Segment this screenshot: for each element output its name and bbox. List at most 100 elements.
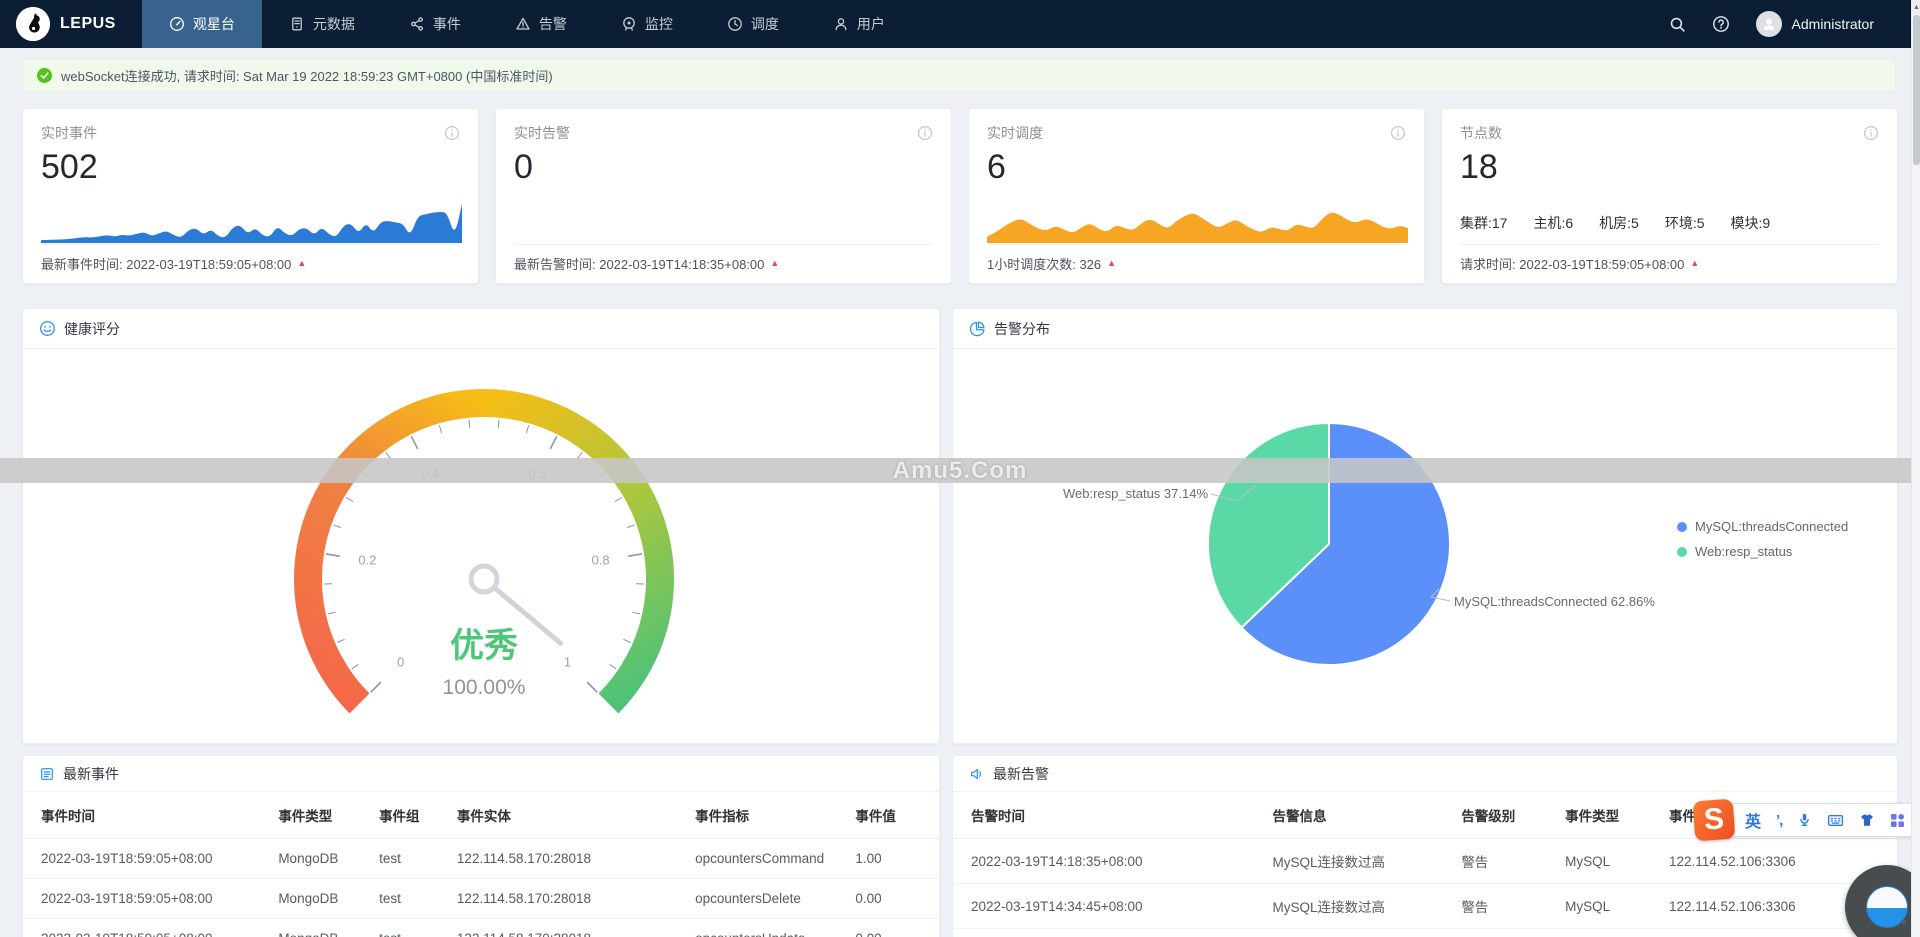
- stat-card-title: 实时事件: [41, 125, 97, 141]
- table-cell: test: [371, 918, 449, 937]
- ime-logo-icon[interactable]: S: [1692, 798, 1736, 842]
- node-stat-主机: 主机:6: [1533, 215, 1574, 231]
- table-cell: 警告: [1453, 883, 1558, 929]
- clock-icon: [727, 16, 743, 32]
- column-header: 事件时间: [23, 792, 271, 839]
- nav-item-用户[interactable]: 用户: [806, 0, 912, 48]
- table-row: 2022-03-19T18:59:05+08:00MongoDBtest122.…: [23, 838, 939, 879]
- stat-card-node-count: 节点数 18 集群:17 主机:6 机房:5 环境:5 模块:9 请求时间: 2022-03-…: [1441, 108, 1898, 284]
- column-header: 告警时间: [953, 792, 1265, 839]
- table-cell: test: [371, 838, 449, 879]
- svg-text:Web:resp_status 37.14%: Web:resp_status 37.14%: [1063, 486, 1208, 501]
- table-row: 2022-03-19T18:59:05+08:00MongoDBtest122.…: [23, 878, 939, 919]
- svg-text:0.8: 0.8: [592, 553, 610, 568]
- nav-item-label: 告警: [538, 16, 567, 32]
- stat-card-title: 实时调度: [987, 125, 1043, 141]
- table-cell: MySQL: [1557, 838, 1661, 884]
- alarm-distribution-header: 告警分布: [953, 309, 1897, 349]
- table-cell: MySQL连接数过高: [1264, 838, 1454, 884]
- smiley-icon: [39, 320, 56, 337]
- column-header: 事件类型: [270, 792, 372, 839]
- stat-footer-text: 最新事件时间: 2022-03-19T18:59:05+08:00: [41, 257, 292, 272]
- help-icon[interactable]: [1712, 15, 1730, 33]
- stat-card-value: 6: [987, 148, 1006, 186]
- info-icon[interactable]: [1390, 125, 1406, 141]
- ime-keyboard-button[interactable]: [1827, 813, 1844, 828]
- legend-dot-icon: [1677, 521, 1687, 532]
- node-stats: 集群:17 主机:6 机房:5 环境:5 模块:9: [1460, 213, 1770, 233]
- caret-up-icon: ▲: [297, 258, 307, 268]
- ime-skin-button[interactable]: [1859, 813, 1875, 828]
- column-header: 告警信息: [1264, 792, 1454, 839]
- table-cell: 122.114.58.170:28018: [448, 918, 688, 937]
- events_table: 事件时间 事件类型 事件组 事件实体 事件指标 事件值 2022-03-19T18:59:0…: [23, 792, 939, 937]
- latest-events-title: 最新事件: [63, 765, 119, 782]
- pie-legend: MySQL:threadsConnected Web:resp_status: [1677, 519, 1848, 559]
- table-cell: 2022-03-19T14:18:35+08:00: [953, 838, 1265, 884]
- pie-chart-icon: [969, 320, 986, 337]
- nav-item-告警[interactable]: 告警: [488, 0, 594, 48]
- table-cell: opcountersUpdate: [687, 918, 848, 937]
- column-header: 告警级别: [1453, 792, 1558, 839]
- table-cell: opcountersCommand: [687, 838, 848, 879]
- nav-item-调度[interactable]: 调度: [700, 0, 806, 48]
- table-cell: test: [371, 878, 449, 919]
- info-icon[interactable]: [1863, 125, 1879, 141]
- stat-card-footer: 1小时调度次数: 326 ▲: [987, 244, 1406, 273]
- stat-card-footer: 请求时间: 2022-03-19T18:59:05+08:00 ▲: [1460, 244, 1879, 273]
- alarm-pie-body: Web:resp_status 37.14% MySQL:threadsConne…: [953, 349, 1897, 743]
- nav-item-label: 调度: [750, 16, 779, 32]
- nav-item-元数据[interactable]: 元数据: [262, 0, 382, 48]
- latest-events-card: 最新事件 事件时间 事件类型 事件组 事件实体 事件指标 事件值 2022-03-19T18…: [22, 755, 940, 937]
- table-cell: MongoDB: [270, 878, 372, 919]
- nav-items: 观星台 元数据 事件 告警 监控 调度 用户: [141, 0, 912, 48]
- scrollbar-up-arrow[interactable]: ▲: [1912, 0, 1920, 14]
- lepus-logo-icon: [16, 7, 50, 41]
- node-stat-模块: 模块:9: [1730, 215, 1771, 231]
- table-cell: 2022-03-19T14:34:45+08:00: [953, 883, 1265, 929]
- nav-item-事件[interactable]: 事件: [382, 0, 488, 48]
- column-header: 事件实体: [448, 792, 688, 839]
- brand[interactable]: LEPUS: [0, 0, 142, 48]
- nav-item-监控[interactable]: 监控: [594, 0, 700, 48]
- info-icon[interactable]: [917, 125, 933, 141]
- dashboard-icon: [169, 16, 185, 32]
- search-icon[interactable]: [1669, 16, 1686, 33]
- stat-card-footer: 最新告警时间: 2022-03-19T14:18:35+08:00 ▲: [514, 244, 933, 273]
- table-cell: MySQL: [1557, 883, 1661, 929]
- table-cell: 0.00: [847, 918, 939, 937]
- watermark-band: Amu5.Com: [0, 458, 1920, 483]
- node-stat-机房: 机房:5: [1599, 215, 1639, 231]
- username[interactable]: Administrator: [1792, 16, 1874, 32]
- svg-text:MySQL:threadsConnected 62.86%: MySQL:threadsConnected 62.86%: [1454, 594, 1655, 609]
- scrollbar-thumb[interactable]: [1913, 15, 1920, 165]
- caret-up-icon: ▲: [770, 258, 780, 268]
- legend-item-Web:resp_status[interactable]: Web:resp_status: [1677, 544, 1848, 559]
- latest-alarms-header: 最新告警: [953, 756, 1897, 792]
- ime-menu-grid-icon[interactable]: [1890, 813, 1905, 828]
- info-icon[interactable]: [444, 125, 460, 141]
- ime-lang-button[interactable]: 英: [1745, 808, 1761, 832]
- legend-label: MySQL:threadsConnected: [1695, 519, 1849, 534]
- ime-mic-button[interactable]: [1797, 812, 1812, 828]
- table-cell: MongoDB: [270, 838, 372, 879]
- ime-punctuation-button[interactable]: ’,: [1776, 812, 1783, 829]
- collapse-caret-icon[interactable]: ▾: [1901, 916, 1907, 929]
- nav-item-观星台[interactable]: 观星台: [141, 0, 262, 48]
- table-row: 2022-03-19T14:18:35+08:00 MySQL连接数过高 警告 MyS…: [953, 838, 1897, 884]
- column-header: 事件值: [847, 792, 939, 839]
- alarm-distribution-title: 告警分布: [994, 320, 1050, 337]
- stat-card-realtime-dispatch: 实时调度 6 1小时调度次数: 326 ▲: [968, 108, 1425, 284]
- user-avatar[interactable]: [1755, 11, 1782, 37]
- table-cell: 2022-03-19T18:59:05+08:00: [23, 838, 271, 879]
- legend-item-MySQL:threadsConnected[interactable]: MySQL:threadsConnected: [1677, 519, 1848, 534]
- legend-dot-icon: [1677, 546, 1687, 557]
- stat-card-realtime-alarms: 实时告警 0 最新告警时间: 2022-03-19T14:18:35+08:00 ▲: [495, 108, 952, 284]
- table-row: 2022-03-19T18:59:05+08:00MongoDBtest122.…: [23, 918, 939, 937]
- table-cell: 2022-03-19T18:59:05+08:00: [23, 918, 271, 937]
- table-cell: 122.114.58.170:28018: [448, 838, 688, 879]
- table-cell: 122.114.58.170:28018: [448, 878, 688, 919]
- legend-label: Web:resp_status: [1695, 544, 1793, 559]
- success-check-icon: [37, 68, 52, 83]
- health-score-title: 健康评分: [64, 320, 120, 337]
